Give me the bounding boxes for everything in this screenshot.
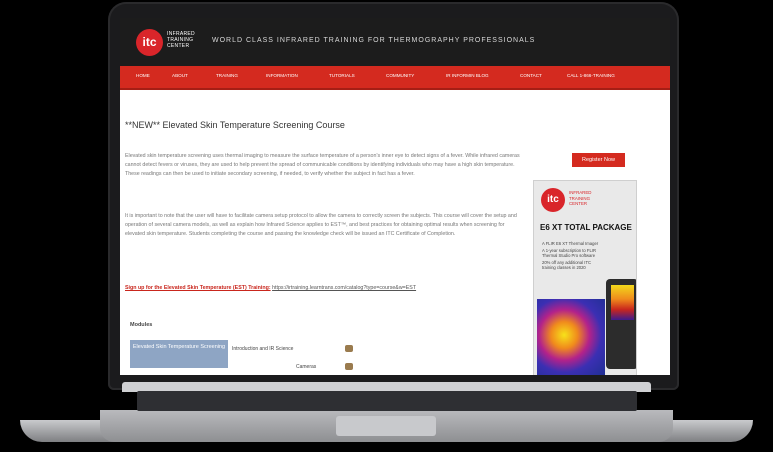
ad-bullet: 20% off any additional ITC training clas…	[542, 259, 592, 271]
ad-itc-logo: itc	[541, 188, 565, 212]
lock-icon	[345, 363, 353, 370]
ad-logo-text: INFRARED TRAINING CENTER	[569, 190, 592, 206]
module-item[interactable]: Introduction and IR Science	[232, 346, 293, 352]
signup-link[interactable]: Sign up for the Elevated Skin Temperatur…	[125, 285, 271, 291]
intro-paragraph: Elevated skin temperature screening uses…	[125, 153, 520, 177]
site-header: itc INFRARED TRAINING CENTER WORLD CLASS…	[120, 18, 670, 66]
register-now-button[interactable]: Register Now	[572, 153, 625, 167]
palm-rest	[100, 410, 673, 442]
modules-heading: Modules	[130, 322, 153, 328]
site-tagline: WORLD CLASS INFRARED TRAINING FOR THERMO…	[212, 37, 536, 44]
nav-home[interactable]: HOME	[136, 73, 150, 78]
camera-display	[611, 285, 634, 320]
nav-training[interactable]: TRAINING	[216, 73, 238, 78]
lock-icon	[345, 345, 353, 352]
signup-paragraph: Sign up for the Elevated Skin Temperatur…	[125, 284, 505, 293]
page-title: **NEW** Elevated Skin Temperature Screen…	[125, 120, 345, 130]
nav-information[interactable]: INFORMATION	[266, 73, 298, 78]
nav-tutorials[interactable]: TUTORIALS	[329, 73, 355, 78]
nav-about[interactable]: ABOUT	[172, 73, 188, 78]
nav-blog[interactable]: IR INFORMIN BLOG	[446, 73, 489, 78]
course-paragraph: It is important to note that the user wi…	[125, 213, 517, 237]
laptop-base	[0, 376, 773, 452]
ad-bullet: A FLIR E6 XT Thermal Imager	[542, 241, 599, 246]
thermal-image	[537, 299, 605, 375]
main-nav: HOME ABOUT TRAINING INFORMATION TUTORIAL…	[120, 66, 670, 90]
keyboard	[137, 391, 637, 411]
ad-bullet: A 1-year subscription to FLIR Thermal St…	[542, 247, 596, 259]
nav-call[interactable]: CALL 1-866-TRAINING	[567, 73, 615, 78]
ad-bullet-list: A FLIR E6 XT Thermal Imager A 1-year sub…	[542, 241, 602, 272]
ad-title: E6 XT TOTAL PACKAGE	[540, 223, 632, 232]
main-content: **NEW** Elevated Skin Temperature Screen…	[120, 90, 670, 375]
module-item[interactable]: Cameras	[296, 364, 316, 370]
logo-text: INFRARED TRAINING CENTER	[167, 31, 195, 49]
signup-url[interactable]: https://irtraining.learntrans.com/catalo…	[272, 285, 416, 291]
course-video-thumbnail[interactable]: Elevated Skin Temperature Screening	[130, 340, 228, 368]
browser-screen: itc INFRARED TRAINING CENTER WORLD CLASS…	[120, 18, 670, 375]
nav-community[interactable]: COMMUNITY	[386, 73, 414, 78]
trackpad	[336, 416, 436, 436]
nav-contact[interactable]: CONTACT	[520, 73, 542, 78]
promo-banner[interactable]: itc INFRARED TRAINING CENTER E6 XT TOTAL…	[533, 180, 637, 375]
itc-logo[interactable]: itc	[136, 29, 163, 56]
